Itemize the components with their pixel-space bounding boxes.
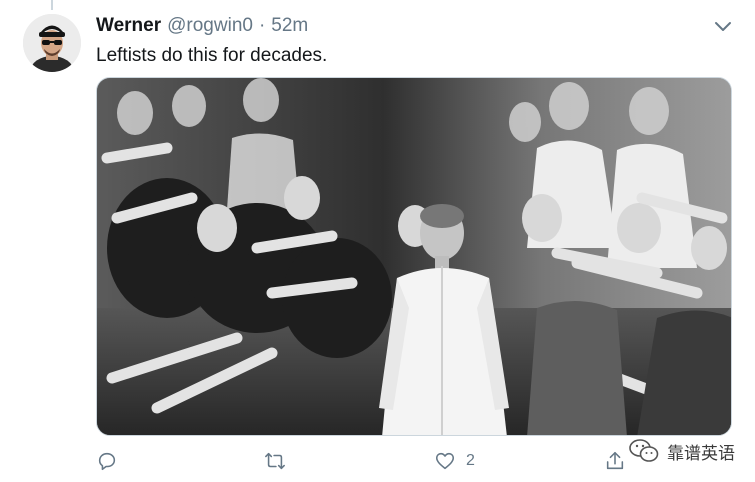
thread-line [51,0,53,10]
reply-icon [98,452,116,471]
watermark-text: 靠谱英语 [667,443,735,463]
share-button[interactable] [604,448,626,474]
timestamp[interactable]: 52m [271,14,308,38]
reply-button[interactable] [96,448,128,474]
user-handle[interactable]: @rogwin0 [167,14,253,38]
heart-icon [435,452,455,470]
retweet-button[interactable] [263,448,297,474]
like-button[interactable]: 2 [434,448,475,474]
watermark: 靠谱英语 [629,438,735,464]
share-icon [606,451,624,470]
tweet-text: Leftists do this for decades. [96,45,328,66]
avatar[interactable] [23,14,81,72]
tweet[interactable]: Werner @rogwin0 · 52m Leftists do this f… [0,0,755,482]
wechat-logo-icon [629,439,659,462]
avatar-photo [23,14,81,72]
historical-photo [97,78,731,435]
display-name[interactable]: Werner [96,14,161,38]
separator-dot: · [258,15,266,36]
chevron-down-icon [715,22,731,31]
retweet-icon [265,452,285,470]
tweet-header: Werner @rogwin0 · 52m [96,14,308,38]
more-options-button[interactable] [713,18,733,34]
tweet-photo[interactable] [96,77,732,436]
like-count: 2 [466,452,475,469]
